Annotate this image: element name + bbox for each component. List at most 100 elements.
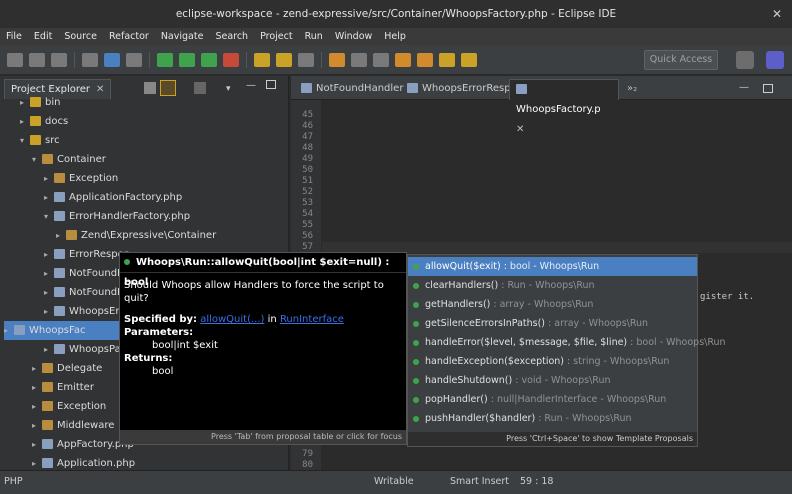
run-debug-icon[interactable] [157,52,173,67]
back-arrow-icon[interactable] [439,52,455,67]
expand-right-icon[interactable]: ▸ [56,226,66,245]
expand-right-icon[interactable]: ▸ [44,169,54,188]
menu-file[interactable]: File [0,31,28,42]
line-number: 80 [302,460,313,470]
expand-right-icon[interactable]: ▸ [44,283,54,302]
expand-right-icon[interactable]: ▸ [44,340,54,359]
proposal-item[interactable]: popHandler() : null|HandlerInterface - W… [408,390,697,409]
maximize-icon[interactable] [266,80,276,89]
expand-down-icon[interactable]: ▾ [20,131,30,150]
minimize-icon[interactable]: — [739,82,749,93]
quick-access-field[interactable]: Quick Access [644,50,718,70]
interface-link[interactable]: RunInterface [280,314,344,325]
tab-notfoundhandler[interactable]: NotFoundHandler [295,79,409,100]
skip-breakpoints-icon[interactable] [126,52,142,67]
menu-search[interactable]: Search [209,31,254,42]
tree-item[interactable]: ▸ NotFoundD [44,264,125,283]
tab-whoopsfactory[interactable]: WhoopsFactory.p ✕ [509,79,619,135]
php-perspective-icon[interactable] [766,51,784,69]
link-editor-icon[interactable] [160,80,176,96]
menu-help[interactable]: Help [378,31,412,42]
new-class-icon[interactable] [276,52,292,67]
expand-right-icon[interactable]: ▸ [32,416,42,435]
tree-item[interactable]: ▾ src [20,131,60,150]
tree-item[interactable]: ▸ NotFoundH [44,283,125,302]
expand-right-icon[interactable]: ▸ [4,321,14,340]
proposal-item[interactable]: handleShutdown() : void - Whoops\Run [408,371,697,390]
run-icon[interactable] [179,52,195,67]
expand-right-icon[interactable]: ▸ [44,302,54,321]
close-icon[interactable]: ✕ [516,124,524,135]
expand-down-icon[interactable]: ▾ [32,150,42,169]
tree-item[interactable]: ▾ Container [32,150,106,169]
description: Should Whoops allow Handlers to force th… [124,280,384,304]
expand-right-icon[interactable]: ▸ [32,378,42,397]
menu-run[interactable]: Run [299,31,329,42]
expand-right-icon[interactable]: ▸ [20,93,30,112]
expand-right-icon[interactable]: ▸ [44,264,54,283]
save-icon[interactable] [29,52,45,67]
new-php-project-icon[interactable] [254,52,270,67]
expand-right-icon[interactable]: ▸ [20,112,30,131]
expand-down-icon[interactable]: ▾ [44,207,54,226]
focus-icon[interactable] [194,82,206,94]
tree-item[interactable]: ▸ ApplicationFactory.php [44,188,182,207]
expand-right-icon[interactable]: ▸ [44,188,54,207]
window-close-icon[interactable]: ✕ [772,0,782,28]
collapse-all-icon[interactable] [144,82,156,94]
menu-refactor[interactable]: Refactor [103,31,155,42]
content-assist-list[interactable]: allowQuit($exit) : bool - Whoops\Run clea… [407,254,726,447]
proposal-item[interactable]: allowQuit($exit) : bool - Whoops\Run [408,257,697,276]
javadoc-hover-popup[interactable]: Whoops\Run::allowQuit(bool|int $exit=nul… [119,252,407,445]
tree-item[interactable]: ▸ WhoopsErro [44,302,129,321]
search-icon[interactable] [298,52,314,67]
new-icon[interactable] [7,52,23,67]
coverage-icon[interactable] [201,52,217,67]
view-menu-icon[interactable]: ▾ [226,84,231,94]
tree-item[interactable]: ▸ bin [20,93,60,112]
maximize-icon[interactable] [763,84,773,93]
menu-project[interactable]: Project [254,31,299,42]
menu-edit[interactable]: Edit [28,31,58,42]
prev-annotation-icon[interactable] [417,52,433,67]
next-annotation-icon[interactable] [395,52,411,67]
tree-item[interactable]: ▸ WhoopsPag [44,340,127,359]
toggle-mark-icon[interactable] [351,52,367,67]
debug-icon[interactable] [82,52,98,67]
tree-item[interactable]: ▸ docs [20,112,68,131]
menu-window[interactable]: Window [329,31,378,42]
expand-right-icon[interactable]: ▸ [44,245,54,264]
tree-item[interactable]: ▸ Exception [44,169,118,188]
open-type-icon[interactable] [329,52,345,67]
expand-right-icon[interactable]: ▸ [32,397,42,416]
specified-by-link[interactable]: allowQuit(...) [200,314,264,325]
menu-navigate[interactable]: Navigate [155,31,210,42]
expand-right-icon[interactable]: ▸ [32,435,42,454]
external-tools-icon[interactable] [223,52,239,67]
expand-right-icon[interactable]: ▸ [32,359,42,378]
proposal-item[interactable]: getSilenceErrorsInPaths() : array - Whoo… [408,314,697,333]
proposal-item[interactable]: clearHandlers() : Run - Whoops\Run [408,276,697,295]
open-perspective-icon[interactable] [736,51,754,69]
tab-overflow[interactable]: »₂ [621,79,643,100]
annotation-icon[interactable] [373,52,389,67]
minimize-icon[interactable]: — [246,80,256,91]
proposal-item[interactable]: getHandlers() : array - Whoops\Run [408,295,697,314]
menu-source[interactable]: Source [58,31,103,42]
tree-item[interactable]: ▸ Exception [32,397,106,416]
proposal-item[interactable]: pushHandler($handler) : Run - Whoops\Run [408,409,697,428]
tree-item[interactable]: ▸ Emitter [32,378,94,397]
save-all-icon[interactable] [51,52,67,67]
tree-item[interactable]: ▸ Middleware [32,416,114,435]
terminal-icon[interactable] [104,52,120,67]
proposal-item[interactable]: handleException($exception) : string - W… [408,352,697,371]
close-icon[interactable]: ✕ [96,84,104,95]
tree-item[interactable]: ▾ ErrorHandlerFactory.php [44,207,190,226]
forward-arrow-icon[interactable] [461,52,477,67]
tree-item[interactable]: ▸ Delegate [32,359,102,378]
tree-item[interactable]: ▸ Zend\Expressive\Container [56,226,216,245]
tree-item[interactable]: ▸ ErrorRespon [44,245,130,264]
tab-whoopserrorresp[interactable]: WhoopsErrorResp [401,79,517,100]
file-icon [54,211,65,221]
proposal-item[interactable]: handleError($level, $message, $file, $li… [408,333,726,352]
